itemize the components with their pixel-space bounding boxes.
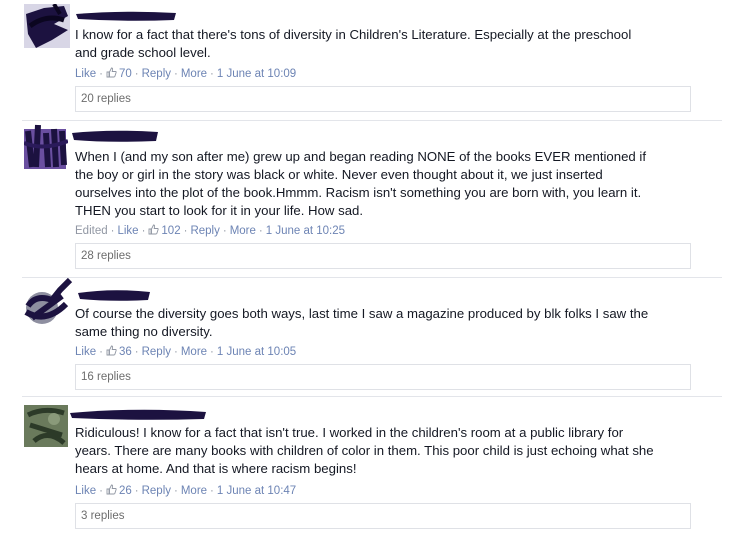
replies-count: 20 replies [81,93,131,105]
name-redacted[interactable] [76,10,176,22]
separator: · [183,225,188,237]
thumbs-up-icon [106,484,117,495]
reply-link[interactable]: Reply [142,67,171,81]
like-count-value: 36 [118,346,132,358]
name-redacted[interactable] [68,407,208,421]
reply-link[interactable]: Reply [142,345,171,359]
separator: · [258,225,263,237]
thumbs-up-icon [106,345,117,356]
avatar-redacted[interactable] [24,405,68,447]
view-replies-button[interactable]: 20 replies [75,86,691,112]
edited-label: Edited [75,225,108,237]
comment-text: Of course the diversity goes both ways, … [75,306,649,339]
like-count-value: 102 [161,225,181,237]
like-count-value: 70 [118,68,132,80]
separator: · [174,68,178,80]
separator: · [134,485,139,497]
replies-count: 28 replies [81,250,131,262]
thumbs-up-icon [106,67,117,78]
comment-actions: Like · 36 · Reply · More · 1 June at 10:05 [75,345,296,359]
comment-1: I know for a fact that there's tons of d… [0,0,733,118]
replies-count: 16 replies [81,371,131,383]
separator: · [210,346,214,358]
separator: · [134,68,139,80]
more-link[interactable]: More [181,484,207,498]
comment-actions: Like · 26 · Reply · More · 1 June at 10:47 [75,484,296,498]
like-link[interactable]: Like [75,345,96,359]
reply-link[interactable]: Reply [190,224,219,238]
more-link[interactable]: More [181,345,207,359]
timestamp-link[interactable]: 1 June at 10:25 [266,224,345,238]
separator: · [174,346,178,358]
separator: · [99,485,103,497]
like-link[interactable]: Like [75,484,96,498]
timestamp-link[interactable]: 1 June at 10:05 [217,345,296,359]
separator: · [134,346,139,358]
separator: · [222,225,227,237]
name-redacted[interactable] [70,127,160,143]
view-replies-button[interactable]: 16 replies [75,364,691,390]
comment-4: Ridiculous! I know for a fact that isn't… [0,397,733,535]
separator: · [210,485,214,497]
comment-text: I know for a fact that there's tons of d… [75,27,632,60]
like-count-value: 26 [118,485,132,497]
comment-actions: Like · 70 · Reply · More · 1 June at 10:09 [75,67,296,81]
avatar-redacted[interactable] [22,278,74,328]
more-link[interactable]: More [181,67,207,81]
like-count[interactable]: 36 [106,345,132,359]
replies-count: 3 replies [81,510,125,522]
like-count[interactable]: 70 [106,67,132,81]
comment-actions: Edited · Like · 102 · Reply · More · 1 June at 10:… [75,224,345,238]
comment-3: Of course the diversity goes both ways, … [0,278,733,396]
separator: · [110,225,115,237]
view-replies-button[interactable]: 28 replies [75,243,691,269]
like-count[interactable]: 26 [106,484,132,498]
avatar-redacted[interactable] [24,123,68,169]
like-link[interactable]: Like [75,67,96,81]
separator: · [99,346,103,358]
thumbs-up-icon [148,224,160,235]
separator: · [141,225,146,237]
like-link[interactable]: Like [117,224,138,238]
comment-2: When I (and my son after me) grew up and… [0,121,733,277]
comment-text: When I (and my son after me) grew up and… [75,149,647,218]
more-link[interactable]: More [230,224,256,238]
separator: · [210,68,214,80]
timestamp-link[interactable]: 1 June at 10:47 [217,484,296,498]
view-replies-button[interactable]: 3 replies [75,503,691,529]
name-redacted[interactable] [76,288,152,302]
avatar-redacted[interactable] [24,4,70,48]
separator: · [174,485,178,497]
reply-link[interactable]: Reply [142,484,171,498]
like-count[interactable]: 102 [148,224,181,238]
separator: · [99,68,103,80]
timestamp-link[interactable]: 1 June at 10:09 [217,67,296,81]
comment-text: Ridiculous! I know for a fact that isn't… [75,425,654,476]
